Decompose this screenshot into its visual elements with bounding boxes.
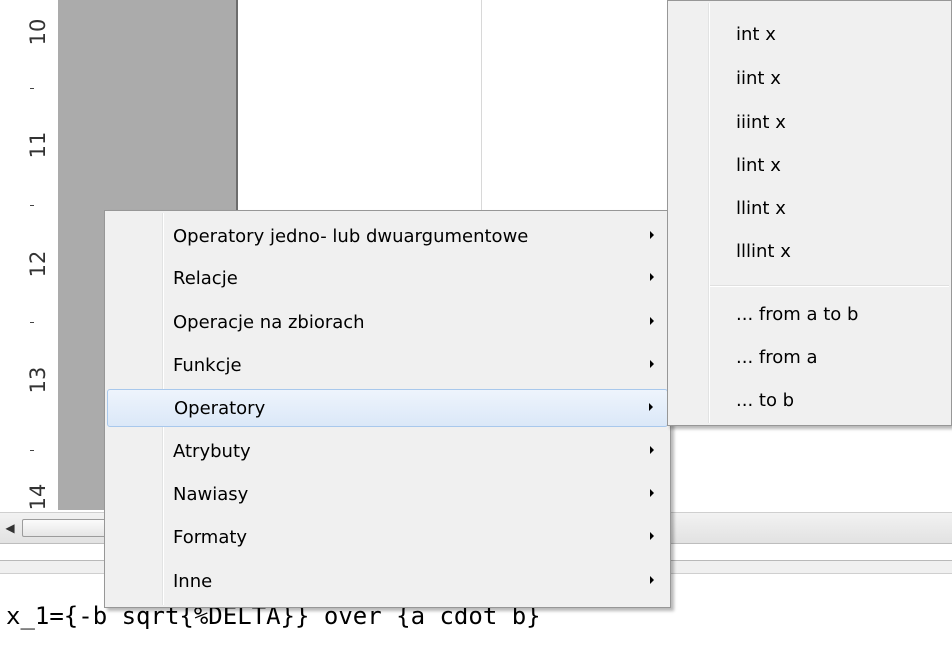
ruler-tick xyxy=(30,88,34,89)
operators-submenu: int x iint x iiint x lint x llint x llli… xyxy=(667,0,952,426)
submenu-item-int[interactable]: int x xyxy=(670,13,949,57)
submenu-item-lllint[interactable]: lllint x xyxy=(670,230,949,274)
vertical-ruler: 10 11 12 13 14 xyxy=(0,0,59,510)
menu-item-others[interactable]: Inne xyxy=(107,563,668,601)
ruler-tick xyxy=(30,450,34,451)
submenu-item-label: ... from a to b xyxy=(736,304,859,325)
menu-item-functions[interactable]: Funkcje xyxy=(107,347,668,385)
submenu-arrow-icon xyxy=(650,360,654,368)
menu-item-formats[interactable]: Formaty xyxy=(107,519,668,557)
submenu-arrow-icon xyxy=(650,446,654,454)
submenu-item-label: iint x xyxy=(736,68,781,89)
scroll-left-arrow-icon[interactable]: ◀ xyxy=(0,513,20,543)
ruler-tick xyxy=(30,205,34,206)
submenu-item-label: iiint x xyxy=(736,112,786,133)
menu-item-label: Formaty xyxy=(173,527,248,548)
submenu-item-label: llint x xyxy=(736,198,786,219)
menu-item-label: Operacje na zbiorach xyxy=(173,312,365,333)
submenu-arrow-icon xyxy=(649,403,653,411)
submenu-item-label: lllint x xyxy=(736,241,791,262)
submenu-item-llint[interactable]: llint x xyxy=(670,187,949,231)
menu-separator xyxy=(710,285,949,286)
submenu-item-lint[interactable]: lint x xyxy=(670,144,949,188)
submenu-item-iiint[interactable]: iiint x xyxy=(670,101,949,145)
menu-item-label: Atrybuty xyxy=(173,441,251,462)
menu-item-relations[interactable]: Relacje xyxy=(107,260,668,298)
ruler-number: 13 xyxy=(26,366,50,394)
ruler-number: 11 xyxy=(26,131,50,159)
menu-item-attributes[interactable]: Atrybuty xyxy=(107,433,668,471)
submenu-arrow-icon xyxy=(650,231,654,239)
submenu-item-label: ... from a xyxy=(736,347,818,368)
menu-item-label: Operatory jedno- lub dwuargumentowe xyxy=(173,226,529,247)
submenu-arrow-icon xyxy=(650,576,654,584)
menu-item-brackets[interactable]: Nawiasy xyxy=(107,476,668,514)
submenu-item-label: ... to b xyxy=(736,390,795,411)
menu-item-label: Funkcje xyxy=(173,355,242,376)
submenu-item-iint[interactable]: iint x xyxy=(670,57,949,101)
menu-item-label: Relacje xyxy=(173,268,238,289)
menu-item-unary-binary-operators[interactable]: Operatory jedno- lub dwuargumentowe xyxy=(107,218,668,256)
ruler-number: 12 xyxy=(26,250,50,278)
menu-item-label: Nawiasy xyxy=(173,484,249,505)
submenu-item-label: lint x xyxy=(736,155,781,176)
submenu-item-from-a-to-b[interactable]: ... from a to b xyxy=(670,293,949,337)
ruler-tick xyxy=(30,322,34,323)
submenu-item-from-a[interactable]: ... from a xyxy=(670,336,949,380)
menu-item-label: Operatory xyxy=(174,398,266,419)
menu-item-set-operations[interactable]: Operacje na zbiorach xyxy=(107,304,668,342)
menu-item-label: Inne xyxy=(173,571,213,592)
ruler-number: 10 xyxy=(26,18,50,46)
submenu-arrow-icon xyxy=(650,489,654,497)
scroll-thumb[interactable] xyxy=(22,519,114,537)
submenu-item-label: int x xyxy=(736,24,776,45)
submenu-arrow-icon xyxy=(650,317,654,325)
submenu-item-to-b[interactable]: ... to b xyxy=(670,379,949,423)
ruler-number: 14 xyxy=(26,483,50,511)
submenu-arrow-icon xyxy=(650,532,654,540)
submenu-arrow-icon xyxy=(650,273,654,281)
context-menu: Operatory jedno- lub dwuargumentowe Rela… xyxy=(104,210,671,608)
menu-item-operators[interactable]: Operatory xyxy=(107,389,668,427)
